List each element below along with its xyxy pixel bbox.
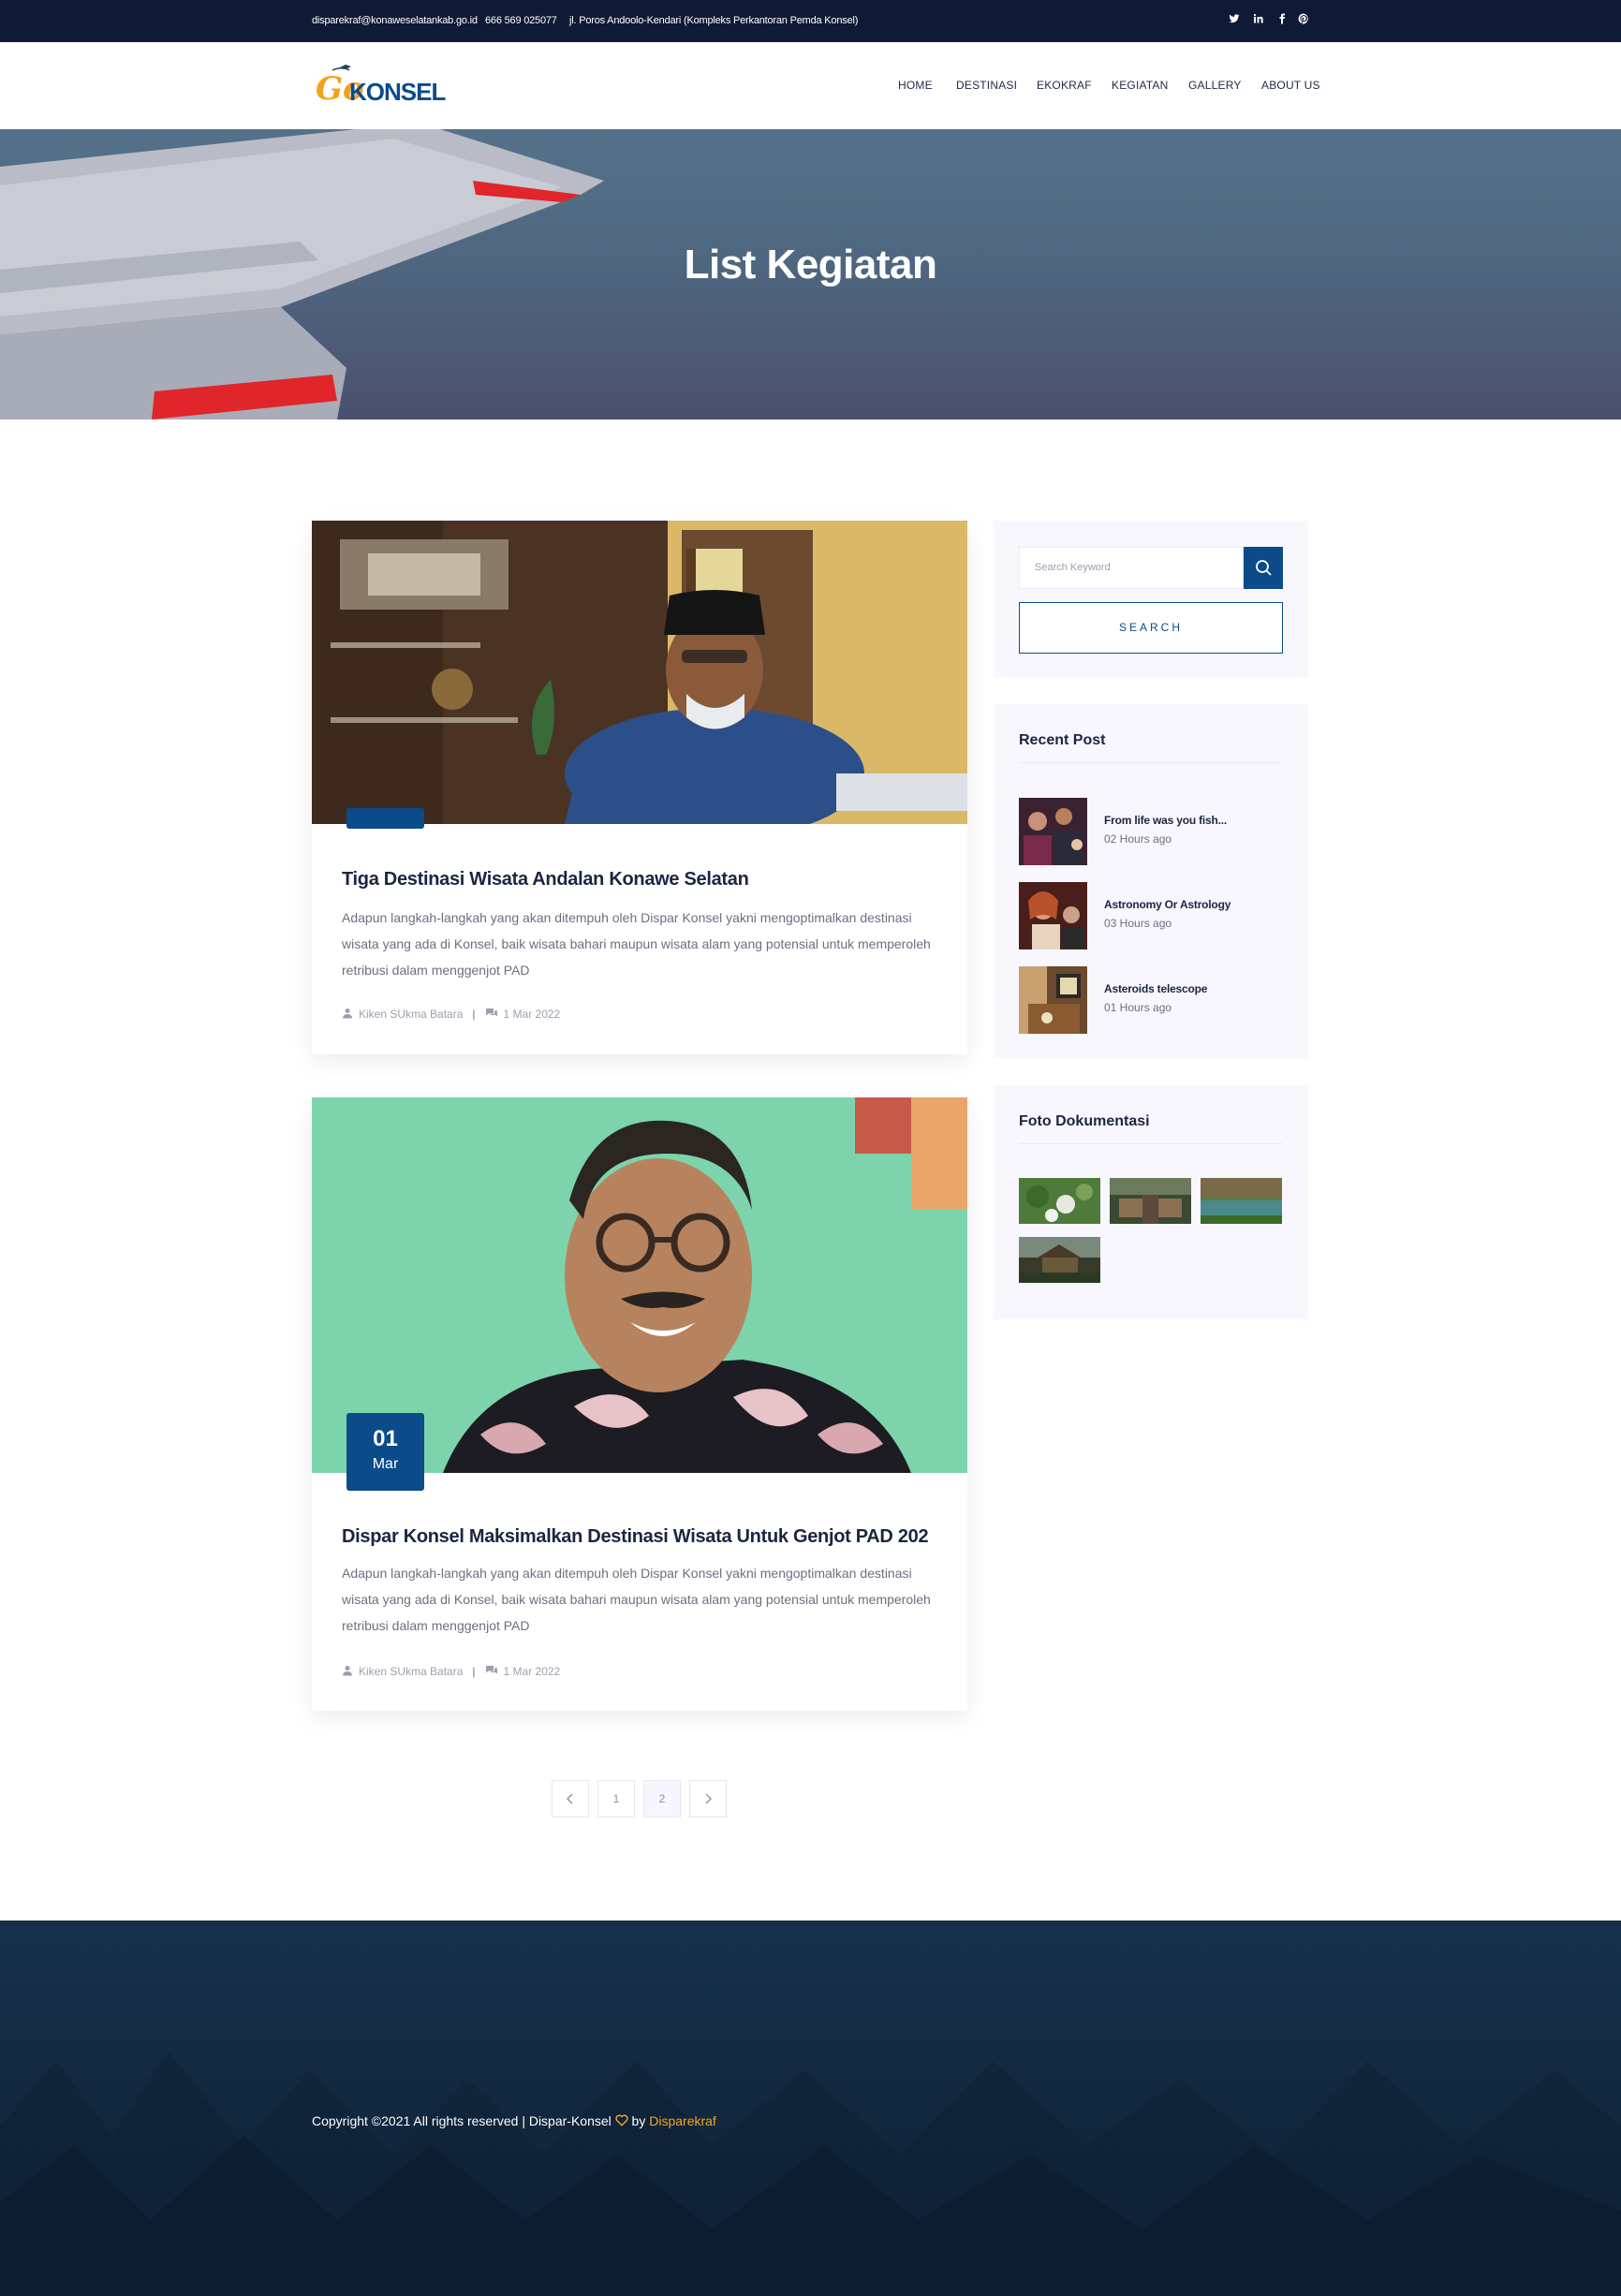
widget-title: Recent Post	[1019, 732, 1106, 748]
date-badge	[346, 808, 424, 829]
post-title[interactable]: Tiga Destinasi Wisata Andalan Konawe Sel…	[342, 869, 749, 890]
post-meta: Kiken SUkma Batara | 1 Mar 2022	[342, 1008, 560, 1022]
recent-post-title[interactable]: From life was you fish...	[1104, 814, 1227, 827]
post-author[interactable]: Kiken SUkma Batara	[359, 1008, 463, 1021]
recent-post-title[interactable]: Astronomy Or Astrology	[1104, 898, 1230, 911]
linkedin-icon[interactable]	[1252, 13, 1265, 28]
nav-destinasi[interactable]: DESTINASI	[956, 42, 1017, 129]
recent-post-widget: Recent Post From life was you fish... 02…	[994, 704, 1308, 1058]
nav-home[interactable]: HOME	[898, 42, 933, 129]
recent-post-thumbnail[interactable]	[1019, 882, 1087, 949]
post-author[interactable]: Kiken SUkma Batara	[359, 1665, 463, 1678]
pagination-prev-button[interactable]	[552, 1780, 589, 1818]
address-text: jl. Poros Andoolo-Kendari (Kompleks Perk…	[569, 15, 859, 26]
recent-post-thumbnail[interactable]	[1019, 966, 1087, 1034]
post-excerpt: Adapun langkah-langkah yang akan ditempu…	[342, 1566, 931, 1633]
chevron-right-icon	[705, 1793, 712, 1804]
search-icon	[1256, 560, 1272, 576]
recent-post-time: 01 Hours ago	[1104, 1001, 1172, 1014]
page-title: List Kegiatan	[684, 242, 937, 287]
search-input[interactable]: Search Keyword	[1019, 547, 1244, 589]
comments-icon	[485, 1665, 498, 1679]
gallery-photo[interactable]	[1110, 1178, 1191, 1224]
recent-post-title[interactable]: Asteroids telescope	[1104, 982, 1207, 995]
pagination-page-2[interactable]: 2	[643, 1780, 681, 1818]
facebook-icon[interactable]	[1275, 13, 1289, 28]
recent-post-time: 02 Hours ago	[1104, 832, 1172, 846]
user-icon	[342, 1008, 353, 1022]
date-badge: 01 Mar	[346, 1413, 424, 1491]
nav-about-us[interactable]: ABOUT US	[1261, 42, 1320, 129]
post-title[interactable]: Dispar Konsel Maksimalkan Destinasi Wisa…	[342, 1526, 929, 1548]
pinterest-icon[interactable]	[1297, 13, 1310, 28]
email-text: disparekraf@konaweselatankab.go.id	[312, 15, 478, 26]
footer: Copyright ©2021 All rights reserved | Di…	[0, 1921, 1621, 2296]
phone-text: 666 569 025077	[485, 15, 557, 26]
date-day: 01	[373, 1426, 398, 1451]
divider	[1019, 1143, 1283, 1144]
footer-brand-link[interactable]: Disparekraf	[649, 2113, 716, 2128]
post-date: 1 Mar 2022	[503, 1008, 561, 1021]
twitter-icon[interactable]	[1228, 13, 1241, 28]
nav-gallery[interactable]: GALLERY	[1188, 42, 1242, 129]
search-submit-button[interactable]	[1244, 547, 1283, 589]
search-button[interactable]: SEARCH	[1019, 602, 1283, 654]
logo-konsel: KONSEL	[349, 78, 446, 106]
chevron-left-icon	[567, 1793, 573, 1804]
search-widget: Search Keyword SEARCH	[994, 521, 1308, 678]
post-card: Tiga Destinasi Wisata Andalan Konawe Sel…	[312, 521, 967, 1054]
gallery-photo[interactable]	[1201, 1178, 1282, 1224]
header: Go KONSEL HOME DESTINASI EKOKRAF KEGIATA…	[0, 42, 1621, 129]
post-image[interactable]	[312, 521, 967, 824]
post-date: 1 Mar 2022	[503, 1665, 561, 1678]
date-month: Mar	[372, 1456, 399, 1472]
divider	[1019, 762, 1283, 763]
top-bar: disparekraf@konaweselatankab.go.id 666 5…	[0, 0, 1621, 42]
widget-title: Foto Dokumentasi	[1019, 1113, 1150, 1129]
heart-icon	[615, 2113, 628, 2128]
post-meta: Kiken SUkma Batara | 1 Mar 2022	[342, 1665, 560, 1679]
copyright-by: by	[631, 2113, 646, 2128]
page-hero: List Kegiatan	[0, 129, 1621, 419]
post-excerpt: Adapun langkah-langkah yang akan ditempu…	[342, 910, 931, 978]
nav-kegiatan[interactable]: KEGIATAN	[1112, 42, 1169, 129]
copyright: Copyright ©2021 All rights reserved | Di…	[312, 2113, 716, 2128]
site-logo[interactable]: Go KONSEL	[312, 61, 446, 113]
comments-icon	[485, 1008, 498, 1022]
gallery-photo[interactable]	[1019, 1237, 1100, 1283]
foto-dokumentasi-widget: Foto Dokumentasi	[994, 1085, 1308, 1319]
user-icon	[342, 1665, 353, 1679]
pagination-page-1[interactable]: 1	[597, 1780, 635, 1818]
copyright-text: Copyright ©2021 All rights reserved | Di…	[312, 2113, 612, 2128]
post-card: 01 Mar Dispar Konsel Maksimalkan Destina…	[312, 1097, 967, 1711]
nav-ekokraf[interactable]: EKOKRAF	[1037, 42, 1092, 129]
pagination-next-button[interactable]	[689, 1780, 727, 1818]
recent-post-time: 03 Hours ago	[1104, 917, 1172, 930]
forest-background-image	[0, 2052, 1621, 2296]
recent-post-thumbnail[interactable]	[1019, 798, 1087, 865]
gallery-photo[interactable]	[1019, 1178, 1100, 1224]
